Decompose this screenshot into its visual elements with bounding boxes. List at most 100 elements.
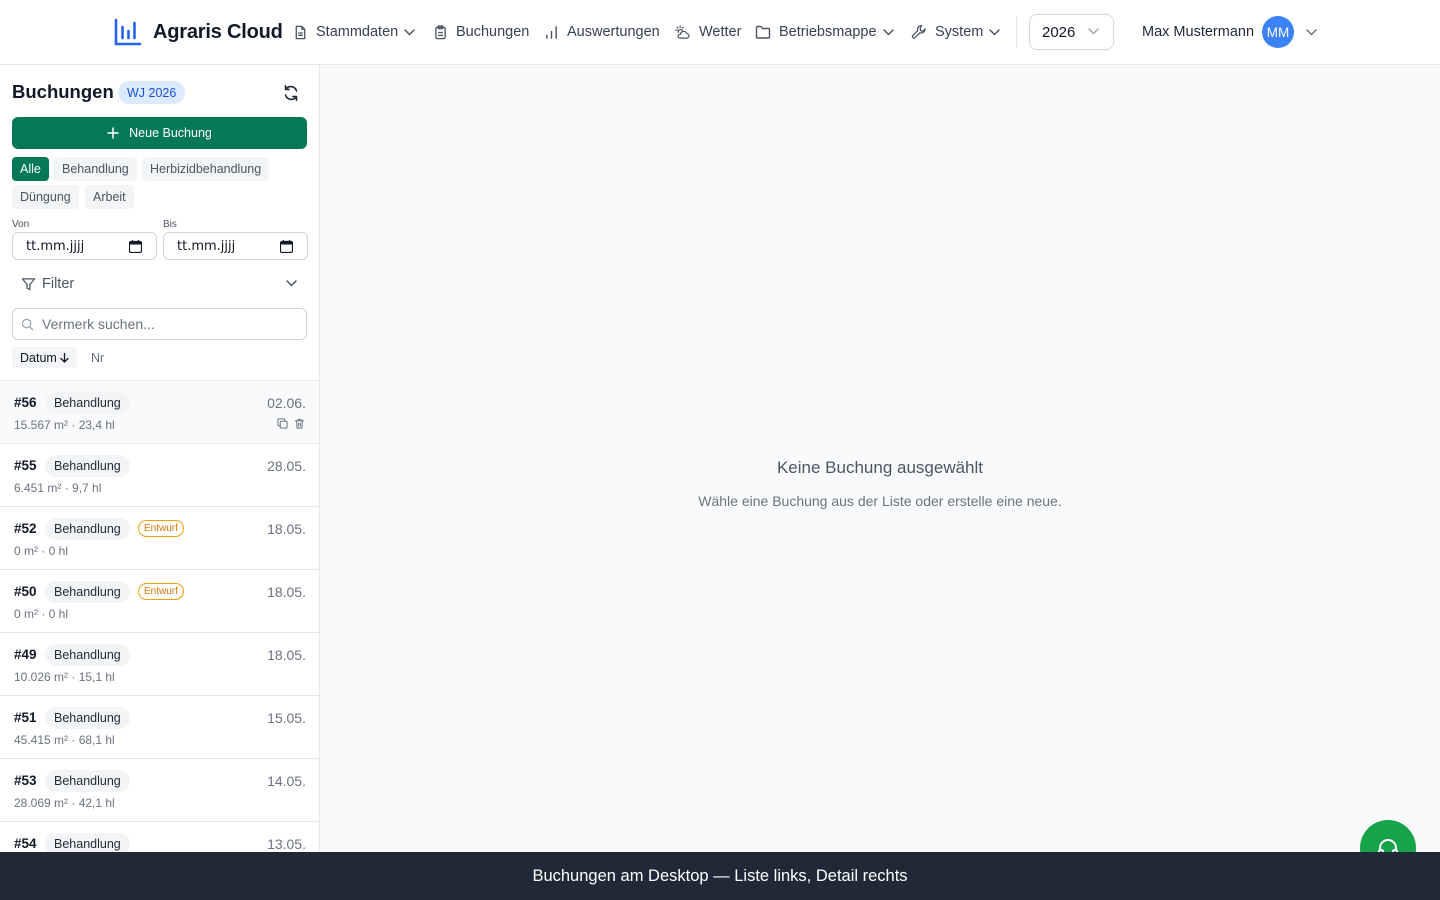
cloud-sun-icon xyxy=(675,24,690,39)
booking-area-volume: 6.451 m² · 9,7 hl xyxy=(14,481,102,495)
arrow-down-icon xyxy=(60,352,69,363)
avatar: MM xyxy=(1262,16,1295,48)
folder-icon xyxy=(755,25,771,39)
booking-row[interactable]: #53 Behandlung 14.05. 28.069 m² · 42,1 hl xyxy=(0,759,319,822)
booking-area-volume: 28.069 m² · 42,1 hl xyxy=(14,796,115,810)
nav-label: Buchungen xyxy=(456,24,530,40)
nav-buchungen[interactable]: Buchungen xyxy=(433,20,529,44)
booking-area-volume: 15.567 m² · 23,4 hl xyxy=(14,418,115,432)
search-placeholder: Vermerk suchen... xyxy=(42,316,155,332)
year-select[interactable]: 2026 xyxy=(1029,14,1114,50)
new-booking-button[interactable]: Neue Buchung xyxy=(12,117,307,149)
booking-number: #56 xyxy=(14,395,37,410)
search-icon xyxy=(21,318,34,330)
bar-chart-icon xyxy=(114,18,142,46)
clipboard-icon xyxy=(435,24,446,39)
booking-date: 18.05. xyxy=(267,521,306,537)
booking-date: 13.05. xyxy=(267,836,306,852)
booking-number: #55 xyxy=(14,458,37,473)
app-logo[interactable]: Agraris Cloud xyxy=(113,17,283,47)
sort-by-date-button[interactable]: Datum xyxy=(12,347,77,368)
booking-number: #51 xyxy=(14,710,37,725)
booking-type-badge: Behandlung xyxy=(45,833,130,852)
filter-chip-alle[interactable]: Alle xyxy=(12,157,49,181)
filter-toggle[interactable]: Filter xyxy=(12,269,307,299)
nav-label: Auswertungen xyxy=(567,24,660,40)
nav-wetter[interactable]: Wetter xyxy=(674,20,741,44)
booking-type-badge: Behandlung xyxy=(45,644,130,666)
copy-icon[interactable] xyxy=(277,418,288,429)
booking-number: #50 xyxy=(14,584,37,599)
filter-icon xyxy=(21,277,36,290)
booking-row[interactable]: #56 Behandlung 02.06. 15.567 m² · 23,4 hl xyxy=(0,381,319,444)
booking-row[interactable]: #54 Behandlung 13.05. xyxy=(0,822,319,852)
draft-badge: Entwurf xyxy=(138,520,184,537)
booking-area-volume: 45.415 m² · 68,1 hl xyxy=(14,733,115,747)
booking-row[interactable]: #50 Behandlung Entwurf 18.05. 0 m² · 0 hl xyxy=(0,570,319,633)
year-value: 2026 xyxy=(1042,23,1076,41)
nav-label: Stammdaten xyxy=(316,24,399,40)
booking-area-volume: 10.026 m² · 15,1 hl xyxy=(14,670,115,684)
booking-row[interactable]: #51 Behandlung 15.05. 45.415 m² · 68,1 hl xyxy=(0,696,319,759)
booking-type-badge: Behandlung xyxy=(45,392,130,414)
chevron-down-icon xyxy=(404,28,415,36)
chevron-down-icon xyxy=(1306,28,1317,36)
booking-date: 14.05. xyxy=(267,773,306,789)
nav-label: Betriebsmappe xyxy=(779,24,877,40)
booking-date: 02.06. xyxy=(267,395,306,411)
wrench-icon xyxy=(911,24,926,39)
booking-number: #49 xyxy=(14,647,37,662)
chevron-down-icon xyxy=(1088,28,1099,35)
sort-by-nr-button[interactable]: Nr xyxy=(83,347,112,368)
trash-icon[interactable] xyxy=(294,418,305,429)
calendar-icon xyxy=(129,240,142,253)
file-text-icon xyxy=(295,25,306,39)
sort-date-label: Datum xyxy=(20,350,57,365)
nav-system[interactable]: System xyxy=(911,20,1001,44)
filter-chip-duengung[interactable]: Düngung xyxy=(12,185,79,209)
user-menu[interactable]: Max Mustermann MM xyxy=(1142,16,1317,48)
date-from-placeholder: tt.mm.jjjj xyxy=(26,238,85,254)
booking-date: 15.05. xyxy=(267,710,306,726)
filter-chip-arbeit[interactable]: Arbeit xyxy=(85,185,134,209)
date-from-input[interactable]: tt.mm.jjjj xyxy=(12,232,157,260)
date-to-label: Bis xyxy=(163,219,177,230)
user-name: Max Mustermann xyxy=(1142,24,1255,40)
fiscal-year-badge: WJ 2026 xyxy=(118,81,186,104)
booking-type-badge: Behandlung xyxy=(45,707,130,729)
app-name: Agraris Cloud xyxy=(153,20,283,43)
booking-type-badge: Behandlung xyxy=(45,518,130,540)
filter-chip-behandlung[interactable]: Behandlung xyxy=(54,157,137,181)
filter-chip-herbizidbehandlung[interactable]: Herbizidbehandlung xyxy=(142,157,270,181)
new-booking-label: Neue Buchung xyxy=(129,126,212,140)
refresh-button[interactable] xyxy=(281,83,301,103)
empty-state-title: Keine Buchung ausgewählt xyxy=(776,458,984,477)
booking-date: 28.05. xyxy=(267,458,306,474)
filter-label: Filter xyxy=(42,276,75,292)
empty-state-subtitle: Wähle eine Buchung aus der Liste oder er… xyxy=(698,493,1062,509)
booking-row[interactable]: #52 Behandlung Entwurf 18.05. 0 m² · 0 hl xyxy=(0,507,319,570)
chevron-down-icon xyxy=(286,280,297,287)
nav-betriebsmappe[interactable]: Betriebsmappe xyxy=(755,20,894,44)
caption-text: Buchungen am Desktop — Liste links, Deta… xyxy=(532,866,908,885)
nav-stammdaten[interactable]: Stammdaten xyxy=(293,20,415,44)
bar-chart-icon xyxy=(546,25,557,39)
booking-number: #53 xyxy=(14,773,37,788)
booking-detail-panel: Keine Buchung ausgewählt Wähle eine Buch… xyxy=(320,65,1440,852)
booking-date: 18.05. xyxy=(267,584,306,600)
booking-type-badge: Behandlung xyxy=(45,770,130,792)
row-actions xyxy=(271,418,305,429)
search-input[interactable]: Vermerk suchen... xyxy=(12,308,307,340)
nav-auswertungen[interactable]: Auswertungen xyxy=(544,20,660,44)
booking-row[interactable]: #55 Behandlung 28.05. 6.451 m² · 9,7 hl xyxy=(0,444,319,507)
sidebar-title: Buchungen xyxy=(12,81,114,102)
booking-row[interactable]: #49 Behandlung 18.05. 10.026 m² · 15,1 hl xyxy=(0,633,319,696)
booking-list: #56 Behandlung 02.06. 15.567 m² · 23,4 hl #5… xyxy=(0,380,319,852)
date-to-input[interactable]: tt.mm.jjjj xyxy=(163,232,308,260)
chevron-down-icon xyxy=(882,28,894,36)
top-navigation: Agraris Cloud Stammdaten Buchungen Auswe… xyxy=(0,0,1440,65)
booking-number: #54 xyxy=(14,836,37,851)
draft-badge: Entwurf xyxy=(138,583,184,600)
chevron-down-icon xyxy=(989,28,1001,36)
refresh-icon xyxy=(284,85,298,101)
